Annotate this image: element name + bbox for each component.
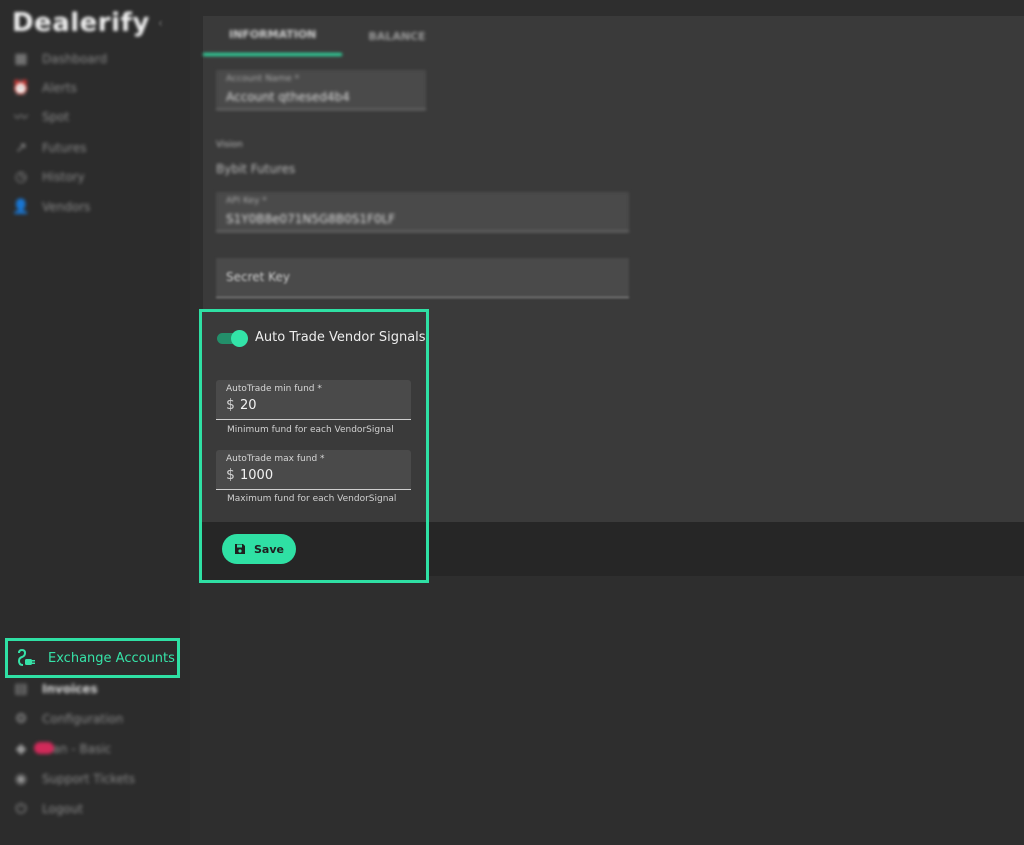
plan-icon: ◆ <box>15 741 27 757</box>
sidebar-item-support[interactable]: ◉ Support Tickets <box>12 768 135 790</box>
sidebar-item-label: History <box>42 170 85 184</box>
floppy-disk-icon <box>235 544 245 554</box>
auto-trade-toggle-label: Auto Trade Vendor Signals <box>255 330 426 345</box>
dollar-icon: $ <box>226 397 235 413</box>
account-name-field[interactable]: Account Name * Account qthesed4b4 <box>216 70 426 110</box>
sidebar-item-history[interactable]: ◷ History <box>12 166 85 188</box>
exchange-label: Vision <box>216 140 243 150</box>
save-button-label: Save <box>254 542 284 556</box>
secret-key-placeholder: Secret Key <box>226 270 290 284</box>
max-fund-helper: Maximum fund for each VendorSignal <box>227 494 397 504</box>
brand-logo[interactable]: Dealerify <box>12 8 150 38</box>
tab-information[interactable]: INFORMATION <box>203 16 343 56</box>
collapse-sidebar-icon[interactable]: ‹ <box>158 16 163 30</box>
api-key-value: S1Y0B8e071N5G8B0S1F0LF <box>226 212 396 226</box>
auto-trade-toggle[interactable] <box>217 330 249 347</box>
plug-icon <box>17 648 35 666</box>
sidebar-item-exchange-accounts[interactable]: Exchange Accounts <box>5 638 180 678</box>
account-name-label: Account Name * <box>226 74 300 84</box>
sidebar-item-alerts[interactable]: ⏰ Alerts <box>12 77 77 99</box>
sidebar-item-vendors[interactable]: 👤 Vendors <box>12 196 90 218</box>
support-icon: ◉ <box>14 771 28 787</box>
min-fund-input[interactable]: 20 <box>240 398 257 413</box>
auto-trade-body: Auto Trade Vendor Signals AutoTrade min … <box>202 312 426 522</box>
sidebar-item-label: Futures <box>42 141 87 155</box>
history-icon: ◷ <box>14 169 28 185</box>
max-fund-label: AutoTrade max fund * <box>226 454 325 464</box>
exchange-value: Bybit Futures <box>216 162 296 176</box>
min-fund-field[interactable]: AutoTrade min fund * $ 20 <box>216 380 411 420</box>
dollar-icon: $ <box>226 467 235 483</box>
min-fund-label: AutoTrade min fund * <box>226 384 322 394</box>
save-button[interactable]: Save <box>222 534 296 564</box>
sidebar-item-dashboard[interactable]: ▦ Dashboard <box>12 48 107 70</box>
sidebar-item-logout[interactable]: ⏻ Logout <box>12 798 83 820</box>
trend-icon: 〰 <box>14 110 28 126</box>
api-key-label: API Key * <box>226 196 267 206</box>
sidebar-item-label: Exchange Accounts <box>48 650 175 666</box>
sidebar-item-label: Vendors <box>42 200 91 214</box>
gear-icon: ⚙ <box>14 711 28 727</box>
tab-bar: INFORMATION BALANCE <box>203 16 1024 56</box>
max-fund-field[interactable]: AutoTrade max fund * $ 1000 <box>216 450 411 490</box>
sidebar-item-label: Support Tickets <box>42 772 136 786</box>
sidebar-item-label: Alerts <box>42 81 77 95</box>
auto-trade-section: Auto Trade Vendor Signals AutoTrade min … <box>199 309 429 583</box>
sidebar-item-spot[interactable]: 〰 Spot <box>12 106 69 128</box>
alarm-icon: ⏰ <box>12 80 30 96</box>
sidebar-item-futures[interactable]: ↗ Futures <box>12 137 86 159</box>
sidebar-item-label: Logout <box>42 802 84 816</box>
auto-trade-footer: Save <box>202 522 426 580</box>
toggle-thumb <box>231 330 248 347</box>
secret-key-field[interactable]: Secret Key <box>216 258 629 298</box>
plan-badge <box>34 742 54 754</box>
sidebar-item-plan[interactable]: ◆ Plan - Basic <box>12 738 112 760</box>
vendors-icon: 👤 <box>12 199 30 215</box>
account-name-value: Account qthesed4b4 <box>226 90 350 104</box>
dashboard-icon: ▦ <box>14 51 28 67</box>
invoice-icon: ▤ <box>14 681 28 697</box>
logout-icon: ⏻ <box>15 801 27 817</box>
sidebar: Dealerify ‹ ▦ Dashboard ⏰ Alerts 〰 Spot … <box>0 0 190 845</box>
futures-icon: ↗ <box>15 140 27 156</box>
sidebar-item-configuration[interactable]: ⚙ Configuration <box>12 708 124 730</box>
api-key-field[interactable]: API Key * S1Y0B8e071N5G8B0S1F0LF <box>216 192 629 232</box>
sidebar-item-label: Spot <box>42 110 70 124</box>
tab-balance[interactable]: BALANCE <box>342 16 451 56</box>
min-fund-helper: Minimum fund for each VendorSignal <box>227 425 394 435</box>
max-fund-input[interactable]: 1000 <box>240 468 273 483</box>
sidebar-item-label: Configuration <box>42 712 124 726</box>
sidebar-item-invoices[interactable]: ▤ Invoices <box>12 678 98 700</box>
sidebar-item-label: Dashboard <box>42 52 108 66</box>
sidebar-item-label: Invoices <box>42 682 98 696</box>
